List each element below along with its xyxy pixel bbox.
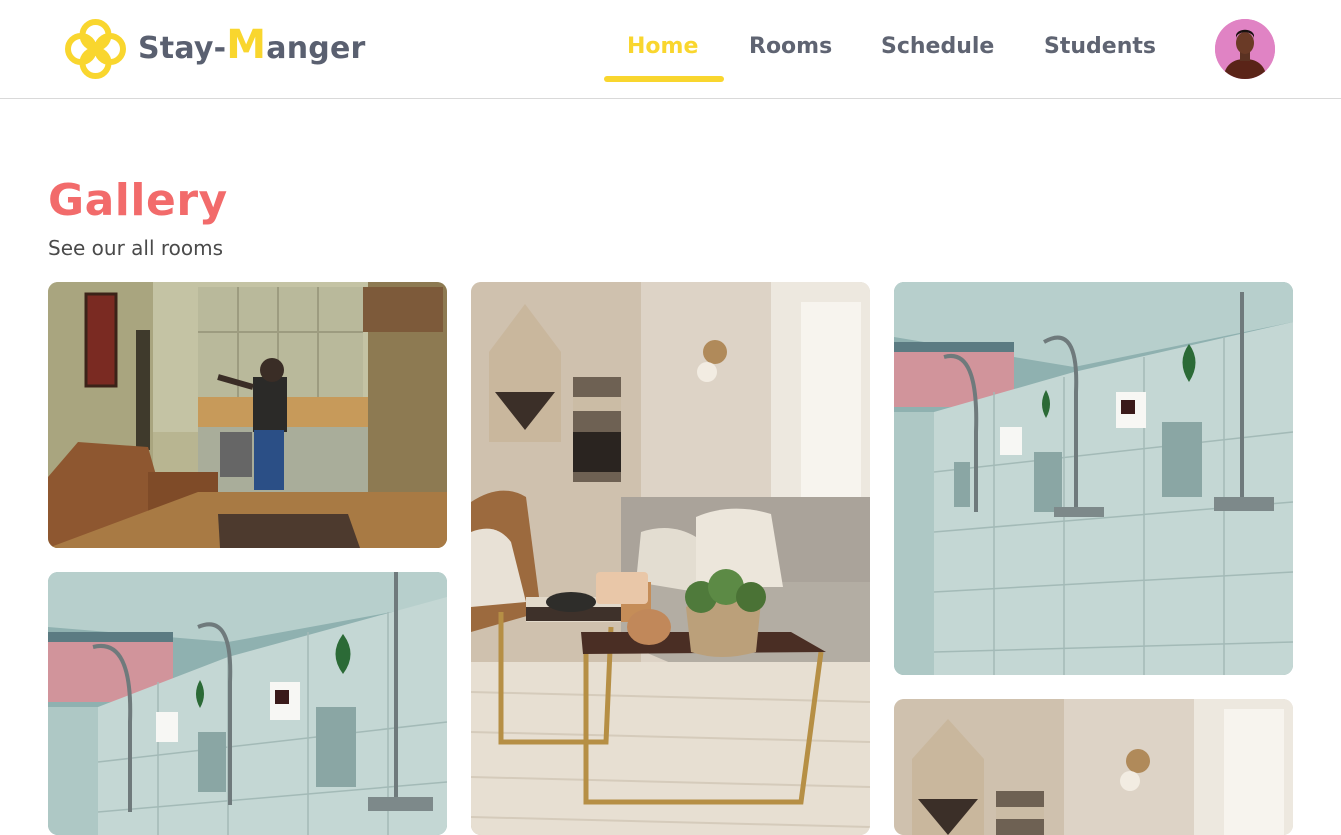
user-avatar[interactable] <box>1215 19 1275 79</box>
brand-suffix: anger <box>266 31 366 66</box>
brand-highlight: M <box>226 22 267 68</box>
nav-rooms[interactable]: Rooms <box>749 34 832 59</box>
gallery-photo-lounge-2[interactable] <box>894 699 1293 835</box>
shower-photo-image <box>48 572 447 835</box>
page-title: Gallery <box>48 175 228 226</box>
nav-students[interactable]: Students <box>1044 34 1156 59</box>
gallery-photo-lounge[interactable] <box>471 282 870 835</box>
nav-schedule[interactable]: Schedule <box>881 34 994 59</box>
avatar-person-icon <box>1215 19 1275 79</box>
page-subtitle: See our all rooms <box>48 236 224 260</box>
brand-name[interactable]: Stay-Manger <box>138 25 366 66</box>
shower-photo-image <box>894 282 1293 675</box>
navbar: Stay-Manger Home Rooms Schedule Students <box>0 0 1341 99</box>
gallery-photo-shower-1[interactable] <box>894 282 1293 675</box>
kitchen-photo-image <box>48 282 447 548</box>
logo-icon[interactable] <box>64 18 127 80</box>
lounge-photo-image <box>894 699 1293 835</box>
gallery-photo-shower-2[interactable] <box>48 572 447 835</box>
active-nav-indicator <box>604 76 724 82</box>
brand-prefix: Stay- <box>138 31 227 66</box>
nav-home[interactable]: Home <box>627 34 698 59</box>
gallery-photo-kitchen[interactable] <box>48 282 447 548</box>
lounge-photo-image <box>471 282 870 835</box>
